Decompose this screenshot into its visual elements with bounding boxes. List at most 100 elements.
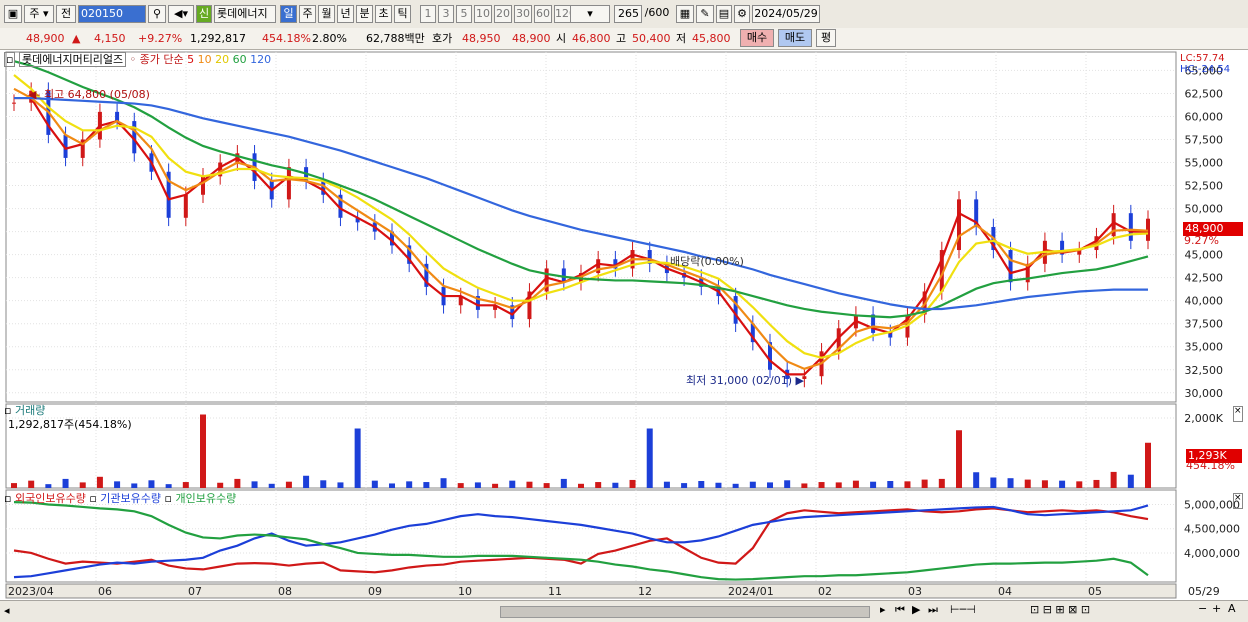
interval-tab-30[interactable]: 30 <box>514 5 532 23</box>
interval-tab-1[interactable]: 1 <box>420 5 436 23</box>
x-tick-label: 10 <box>458 585 472 598</box>
count-input[interactable]: 265 <box>614 5 642 23</box>
candle-body <box>957 199 961 251</box>
interval-tab-10[interactable]: 10 <box>474 5 492 23</box>
interval-tab-5[interactable]: 5 <box>456 5 472 23</box>
volume-bar <box>818 482 825 488</box>
market-select[interactable]: 주 ▾ <box>24 5 54 23</box>
candle-body <box>12 102 16 104</box>
zoom-in-icon[interactable]: + <box>1212 602 1221 615</box>
volume-bar <box>11 483 17 488</box>
open-label: 시 <box>556 32 567 45</box>
volume-bar <box>1110 471 1117 488</box>
y-tick-label: 35,000 <box>1185 341 1224 354</box>
settings-icon[interactable]: ⚙ <box>734 5 750 23</box>
volume-bar <box>560 478 567 488</box>
date-input[interactable]: 2024/05/29 <box>752 5 820 23</box>
volume-bar <box>371 480 378 488</box>
ma120-label: 120 <box>250 53 272 66</box>
code-input[interactable]: 020150 <box>78 5 146 23</box>
volume-bar <box>698 481 705 488</box>
font-icon[interactable]: A <box>1228 602 1236 615</box>
volume-bar <box>45 484 52 488</box>
x-tick-label: 06 <box>98 585 112 598</box>
save-icon[interactable]: ▤ <box>716 5 732 23</box>
sell-button[interactable]: 매도 <box>778 29 812 47</box>
interval-tab-20[interactable]: 20 <box>494 5 512 23</box>
high-label: 고 <box>616 32 627 45</box>
period-tab-1[interactable]: 주 <box>299 5 316 23</box>
y-tick-label: 52,500 <box>1185 180 1224 193</box>
low-annotation: 최저 31,000 (02/01) ▶ <box>686 374 804 387</box>
institution-holdings-label: 기관보유수량 <box>100 492 162 505</box>
legend-icon: ▫ <box>4 404 15 417</box>
volume-panel-frame <box>5 403 1177 489</box>
price-change: 4,150 <box>94 32 126 45</box>
x-tick-label: 03 <box>908 585 922 598</box>
volume-bar <box>543 483 550 488</box>
stock-name-field[interactable]: 롯데에너지 <box>214 5 276 23</box>
volume-bar <box>595 482 602 488</box>
interval-tab-60[interactable]: 60 <box>534 5 552 23</box>
interval-dropdown[interactable]: ▾ <box>570 5 610 23</box>
period-tab-4[interactable]: 분 <box>356 5 373 23</box>
holdings-tick-label: 4,000,000 <box>1184 547 1240 560</box>
low-price: 45,800 <box>692 32 731 45</box>
buy-button[interactable]: 매수 <box>740 29 774 47</box>
ma60-label: 60 <box>232 53 247 66</box>
scroll-thumb[interactable] <box>500 606 870 618</box>
first-page-icon[interactable]: ⏮ <box>895 603 905 617</box>
period-tab-5[interactable]: 초 <box>375 5 392 23</box>
volume-bar <box>1024 479 1031 488</box>
volume-legend: ▫ 거래량 <box>4 404 45 418</box>
volume-bar <box>990 477 997 488</box>
x-tick-label: 09 <box>368 585 382 598</box>
volume-bar <box>1076 481 1083 488</box>
legend-icon: ▫ <box>4 492 12 505</box>
volume-bar <box>234 478 241 488</box>
period-tab-3[interactable]: 년 <box>337 5 354 23</box>
mode-button[interactable]: 전 <box>56 5 76 23</box>
bottom-scrollbar[interactable]: ◂ ▸ ⏮ ▶ ⏭ ⊢─⊣ ⊡ ⊟ ⊞ ⊠ ⊡ − + A <box>0 600 1248 622</box>
volume-bar <box>509 480 516 488</box>
y-tick-label: 60,000 <box>1185 110 1224 123</box>
last-page-icon[interactable]: ⏭ <box>928 603 938 617</box>
volume-bar <box>663 481 670 488</box>
eval-button[interactable]: 평 <box>816 29 836 47</box>
interval-tab-3[interactable]: 3 <box>438 5 454 23</box>
x-tick-label: 11 <box>548 585 562 598</box>
play-icon[interactable]: ▶ <box>912 603 920 616</box>
individual-holdings-label: 개인보유수량 <box>175 492 237 505</box>
close-panel-icon[interactable]: × <box>1233 493 1243 509</box>
period-tab-2[interactable]: 월 <box>318 5 335 23</box>
chart-svg: 30,000 32,500 35,000 37,500 40,000 42,500 45,0… <box>5 51 1240 599</box>
holdings-tick-label: 4,500,000 <box>1184 523 1240 536</box>
volume-bar <box>578 483 584 488</box>
volume-bar <box>973 472 980 488</box>
volume-bar <box>457 483 464 488</box>
volume-bar <box>148 480 155 488</box>
close-panel-icon[interactable]: × <box>1233 406 1243 422</box>
price-legend: ▫ 롯데에너지머티리얼즈 ◦ 종가 단순 5 10 20 60 120 <box>4 52 272 67</box>
volume-bar <box>887 481 894 488</box>
volume-bar <box>389 483 395 488</box>
zoom-slider-icon[interactable]: ⊢─⊣ <box>950 603 976 616</box>
candle-body <box>733 296 738 324</box>
period-tab-6[interactable]: 틱 <box>394 5 411 23</box>
legend-icon: ▫ <box>89 492 97 505</box>
price-change-pct: +9.27% <box>138 32 183 45</box>
draw-icon[interactable]: ✎ <box>696 5 714 23</box>
current-price: 48,900 <box>26 32 65 45</box>
scroll-right-icon[interactable]: ▸ <box>880 603 886 616</box>
speaker-icon[interactable]: ◀▾ <box>168 5 194 23</box>
tool-icons[interactable]: ⊡ ⊟ ⊞ ⊠ ⊡ <box>1030 603 1090 616</box>
window-icon[interactable]: ▣ <box>4 5 22 23</box>
x-tick-label: 04 <box>998 585 1012 598</box>
search-icon[interactable]: ⚲ <box>148 5 166 23</box>
zoom-out-icon[interactable]: − <box>1198 602 1207 615</box>
scroll-left-icon[interactable]: ◂ <box>4 604 10 617</box>
grid-icon[interactable]: ▦ <box>676 5 694 23</box>
volume-bar <box>870 481 877 488</box>
period-tab-0[interactable]: 일 <box>280 5 297 23</box>
x-tick-label: 07 <box>188 585 202 598</box>
